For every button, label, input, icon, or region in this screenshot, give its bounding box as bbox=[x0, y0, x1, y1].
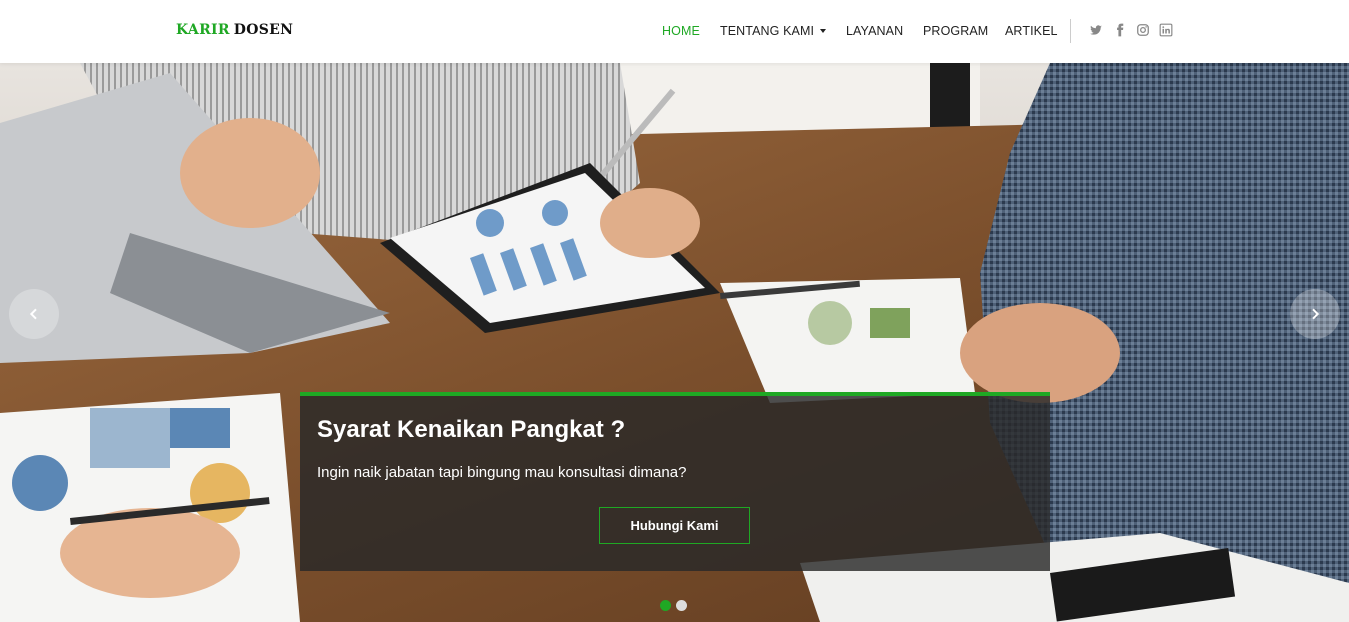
facebook-icon[interactable] bbox=[1113, 23, 1127, 37]
slide-title: Syarat Kenaikan Pangkat ? bbox=[317, 416, 626, 443]
site-header: KARIR DOSEN HOME TENTANG KAMI LAYANAN PRO… bbox=[0, 0, 1349, 63]
hero-slider: Syarat Kenaikan Pangkat ? Ingin naik jab… bbox=[0, 63, 1349, 622]
next-slide-button[interactable] bbox=[1290, 289, 1340, 339]
nav-artikel[interactable]: ARTIKEL bbox=[1005, 24, 1058, 38]
prev-slide-button[interactable] bbox=[9, 289, 59, 339]
nav-home[interactable]: HOME bbox=[662, 24, 700, 38]
nav-program[interactable]: PROGRAM bbox=[923, 24, 988, 38]
slide-caption: Syarat Kenaikan Pangkat ? Ingin naik jab… bbox=[300, 392, 1050, 571]
logo-part-1: KARIR bbox=[176, 22, 230, 38]
contact-us-button[interactable]: Hubungi Kami bbox=[599, 507, 750, 544]
linkedin-icon[interactable] bbox=[1159, 23, 1173, 37]
chevron-left-icon bbox=[29, 308, 37, 320]
chevron-down-icon bbox=[820, 28, 827, 33]
instagram-icon[interactable] bbox=[1136, 23, 1150, 37]
nav-divider bbox=[1070, 19, 1071, 43]
slide-indicators bbox=[660, 600, 687, 611]
logo-part-2: DOSEN bbox=[233, 22, 294, 38]
nav-tentang-kami-label: TENTANG KAMI bbox=[720, 24, 815, 38]
slide-indicator-2[interactable] bbox=[676, 600, 687, 611]
slide-indicator-1[interactable] bbox=[660, 600, 671, 611]
nav-layanan[interactable]: LAYANAN bbox=[846, 24, 903, 38]
chevron-right-icon bbox=[1312, 308, 1320, 320]
nav-tentang-kami[interactable]: TENTANG KAMI bbox=[720, 24, 827, 38]
slide-subtitle: Ingin naik jabatan tapi bingung mau kons… bbox=[317, 464, 687, 481]
site-logo[interactable]: KARIR DOSEN bbox=[176, 22, 293, 38]
twitter-icon[interactable] bbox=[1089, 23, 1103, 37]
